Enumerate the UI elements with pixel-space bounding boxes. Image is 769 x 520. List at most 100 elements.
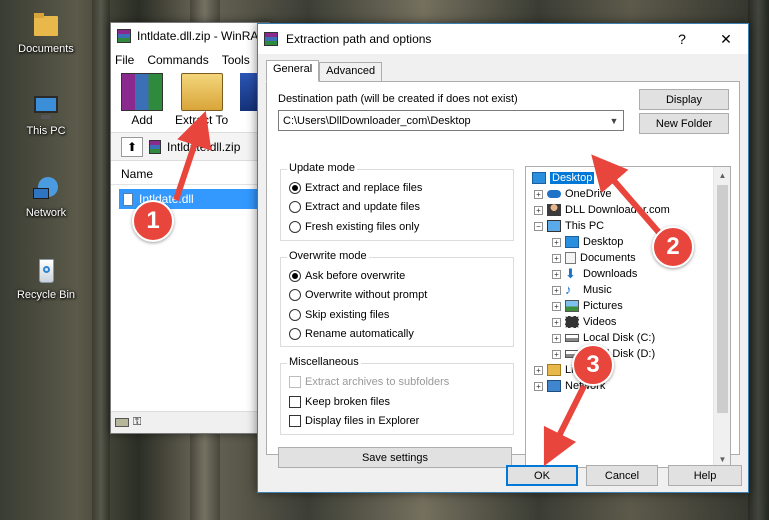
recycle-bin-icon	[30, 256, 62, 286]
monitor-icon	[30, 92, 62, 122]
winrar-status-bar: ⚿	[111, 411, 269, 433]
radio-icon	[289, 289, 301, 301]
libraries-folder-icon	[547, 364, 561, 376]
tree-item-music[interactable]: + ♪ Music	[552, 282, 612, 298]
dialog-title-bar[interactable]: Extraction path and options ? ✕	[258, 24, 748, 54]
collapse-icon[interactable]: −	[534, 221, 543, 231]
overwrite-mode-group: Overwrite mode Ask before overwrite Over…	[280, 250, 514, 347]
option-label: Rename automatically	[305, 328, 414, 340]
help-button[interactable]: Help	[668, 465, 742, 486]
tree-item-videos[interactable]: + Videos	[552, 314, 616, 330]
tree-item-documents[interactable]: + Documents	[552, 250, 636, 266]
radio-rename-automatically[interactable]: Rename automatically	[289, 328, 414, 340]
destination-path-input[interactable]: C:\Users\DllDownloader_com\Desktop ▼	[278, 110, 624, 131]
new-folder-button[interactable]: New Folder	[639, 113, 729, 134]
radio-icon	[289, 309, 301, 321]
menu-file[interactable]: File	[115, 53, 134, 67]
drive-icon	[115, 418, 129, 427]
checkbox-icon	[289, 415, 301, 427]
checkbox-icon	[289, 376, 301, 388]
folder-tree[interactable]: Desktop + OneDrive + DLL Downloader.com − T…	[525, 166, 731, 468]
extract-to-label: Extract To	[175, 113, 229, 127]
tree-trunk-decoration	[748, 0, 769, 520]
desktop-icon-this-pc[interactable]: This PC	[8, 92, 84, 137]
cancel-button[interactable]: Cancel	[586, 465, 658, 486]
close-icon: ✕	[720, 30, 732, 47]
check-display-in-explorer[interactable]: Display files in Explorer	[289, 415, 419, 427]
expand-icon[interactable]: +	[552, 253, 561, 263]
save-settings-button[interactable]: Save settings	[278, 447, 512, 468]
scroll-up-icon[interactable]: ▲	[714, 167, 730, 183]
radio-icon	[289, 328, 301, 340]
tree-item-pictures[interactable]: + Pictures	[552, 298, 623, 314]
check-keep-broken-files[interactable]: Keep broken files	[289, 396, 390, 408]
desktop-folder-icon	[532, 172, 546, 184]
desktop-icon-label: Recycle Bin	[16, 289, 76, 301]
option-label: Keep broken files	[305, 396, 390, 408]
check-extract-to-subfolders[interactable]: Extract archives to subfolders	[289, 376, 449, 388]
radio-extract-update[interactable]: Extract and update files	[289, 201, 420, 213]
expand-icon[interactable]: +	[552, 285, 561, 295]
close-button[interactable]: ✕	[704, 24, 748, 54]
tree-item-user[interactable]: + DLL Downloader.com	[534, 202, 670, 218]
winrar-title: Intldate.dll.zip - WinRAR	[137, 29, 268, 43]
expand-icon[interactable]: +	[552, 317, 561, 327]
winrar-title-bar[interactable]: Intldate.dll.zip - WinRAR	[111, 23, 269, 49]
winrar-toolbar: Add Extract To	[111, 71, 269, 133]
desktop-folder-icon	[565, 236, 579, 248]
annotation-badge-3: 3	[572, 344, 614, 386]
scrollbar-thumb[interactable]	[717, 185, 728, 413]
tree-item-onedrive[interactable]: + OneDrive	[534, 186, 611, 202]
folder-icon	[30, 10, 62, 40]
radio-icon	[289, 182, 301, 194]
tree-item-downloads[interactable]: + ⬇ Downloads	[552, 266, 637, 282]
radio-ask-before-overwrite[interactable]: Ask before overwrite	[289, 270, 405, 282]
radio-overwrite-without-prompt[interactable]: Overwrite without prompt	[289, 289, 427, 301]
radio-extract-replace[interactable]: Extract and replace files	[289, 182, 422, 194]
desktop-icon-network[interactable]: Network	[8, 174, 84, 219]
expand-icon[interactable]: +	[552, 333, 561, 343]
ok-button[interactable]: OK	[506, 465, 578, 486]
extract-folder-icon	[180, 73, 223, 111]
archive-path: Intldate.dll.zip	[167, 139, 241, 154]
expand-icon[interactable]: +	[534, 205, 543, 215]
chevron-down-icon[interactable]: ▼	[605, 111, 623, 130]
option-label: Ask before overwrite	[305, 270, 406, 282]
desktop-icon-documents[interactable]: Documents	[8, 10, 84, 55]
tree-item-pc-desktop[interactable]: + Desktop	[552, 234, 623, 250]
desktop-icon-recycle-bin[interactable]: Recycle Bin	[8, 256, 84, 301]
add-button[interactable]: Add	[121, 71, 163, 127]
overwrite-mode-title: Overwrite mode	[287, 250, 369, 262]
tab-general[interactable]: General	[266, 60, 320, 82]
column-header-name[interactable]: Name	[111, 163, 269, 185]
dll-file-icon	[123, 192, 133, 206]
cloud-icon	[547, 190, 561, 198]
tree-item-this-pc[interactable]: − This PC	[534, 218, 604, 234]
expand-icon[interactable]: +	[552, 269, 561, 279]
radio-skip-existing[interactable]: Skip existing files	[289, 309, 389, 321]
archive-icon	[149, 139, 161, 154]
option-label: Extract and replace files	[305, 182, 423, 194]
destination-label: Destination path (will be created if doe…	[278, 93, 518, 105]
help-title-button[interactable]: ?	[660, 24, 704, 54]
extract-to-button[interactable]: Extract To	[175, 71, 228, 127]
expand-icon[interactable]: +	[534, 381, 543, 391]
winrar-menu-bar: File Commands Tools	[111, 49, 269, 71]
annotation-badge-2: 2	[652, 226, 694, 268]
radio-fresh-existing[interactable]: Fresh existing files only	[289, 221, 419, 233]
key-icon: ⚿	[133, 416, 142, 428]
tree-item-local-disk-c[interactable]: + Local Disk (C:)	[552, 330, 655, 346]
menu-tools[interactable]: Tools	[222, 53, 250, 67]
expand-icon[interactable]: +	[534, 365, 543, 375]
expand-icon[interactable]: +	[552, 237, 561, 247]
expand-icon[interactable]: +	[552, 349, 561, 359]
expand-icon[interactable]: +	[552, 301, 561, 311]
up-folder-button[interactable]: ⬆	[121, 136, 143, 157]
tree-scrollbar[interactable]: ▲ ▼	[713, 167, 730, 467]
tree-item-desktop[interactable]: Desktop	[532, 170, 595, 186]
display-button[interactable]: Display	[639, 89, 729, 110]
tab-advanced[interactable]: Advanced	[319, 62, 383, 82]
expand-icon[interactable]: +	[534, 189, 543, 199]
menu-commands[interactable]: Commands	[147, 53, 208, 67]
update-mode-group: Update mode Extract and replace files Ex…	[280, 162, 514, 241]
